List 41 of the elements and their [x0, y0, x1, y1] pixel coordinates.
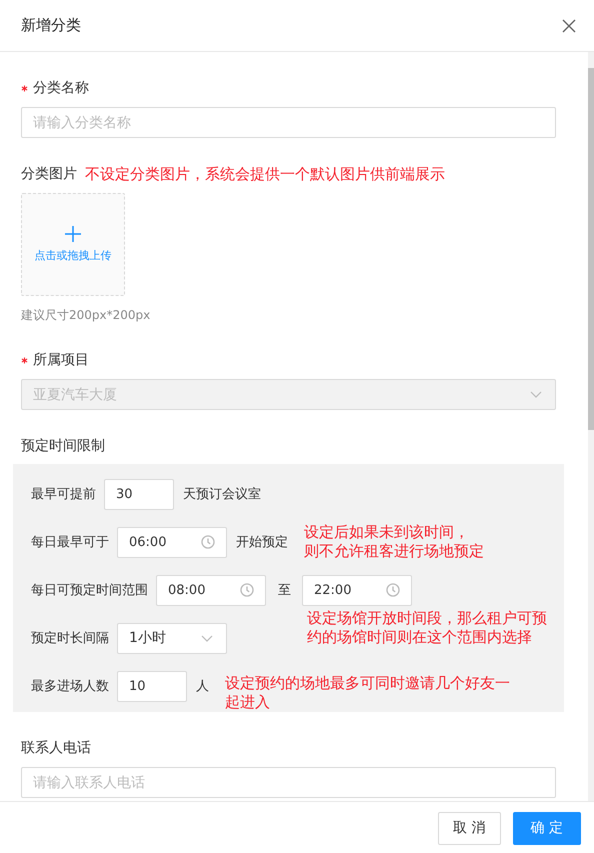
time-field[interactable]: 06:00	[117, 526, 227, 558]
plus-icon	[65, 226, 81, 242]
dialog-title: 新增分类	[21, 16, 81, 35]
field-label: 所属项目	[33, 351, 89, 369]
input-field[interactable]: 请输入联系人电话	[21, 767, 556, 798]
annotation-text: 设定预约的场地最多可同时邀请几个好友一	[225, 674, 510, 693]
field-label: 每日最早可于	[31, 534, 109, 551]
time-field[interactable]: 08:00	[156, 574, 266, 606]
field-label: 联系人电话	[21, 739, 91, 757]
field-label: 最早可提前	[31, 486, 96, 503]
annotation-text: 不设定分类图片，系统会提供一个默认图片供前端展示	[85, 164, 445, 184]
annotation-text: 则不允许租客进行场地预定	[304, 542, 484, 561]
field-label: 预定时长间隔	[31, 630, 109, 647]
field-label: 每日可预定时间范围	[31, 582, 148, 599]
separator-text: 至	[278, 582, 291, 599]
annotation-text: 设定场馆开放时间段，那么租户可预	[307, 609, 547, 628]
clock-icon	[201, 535, 215, 549]
chevron-down-icon	[530, 391, 542, 398]
time-field[interactable]: 22:00	[302, 574, 412, 606]
input-field[interactable]: 10	[117, 670, 187, 702]
hint-text: 建议尺寸200px*200px	[21, 307, 152, 324]
clock-icon	[386, 583, 400, 597]
field-label: 分类名称	[33, 79, 89, 97]
annotation-text: 起进入	[225, 693, 271, 712]
close-icon	[562, 18, 576, 32]
select-field[interactable]: 1小时	[117, 622, 227, 654]
close-button[interactable]	[562, 18, 576, 32]
field-label: 预定时间限制	[21, 437, 105, 455]
cancel-button[interactable]: 取 消	[438, 812, 501, 844]
input-field[interactable]: 30	[104, 478, 174, 510]
chevron-down-icon	[201, 634, 213, 642]
field-label: 最多进场人数	[31, 678, 109, 695]
annotation-text: 约的场馆时间则在这个范围内选择	[307, 628, 533, 647]
suffix-text: 人	[196, 678, 209, 695]
annotation-text: 设定后如果未到该时间，	[304, 523, 470, 542]
input-field[interactable]: 请输入分类名称	[21, 107, 556, 138]
upload-text: 点击或拖拽上传	[34, 248, 112, 263]
suffix-text: 开始预定	[236, 534, 288, 551]
field-label: 分类图片	[21, 165, 77, 183]
suffix-text: 天预订会议室	[183, 486, 261, 503]
clock-icon	[240, 583, 254, 597]
